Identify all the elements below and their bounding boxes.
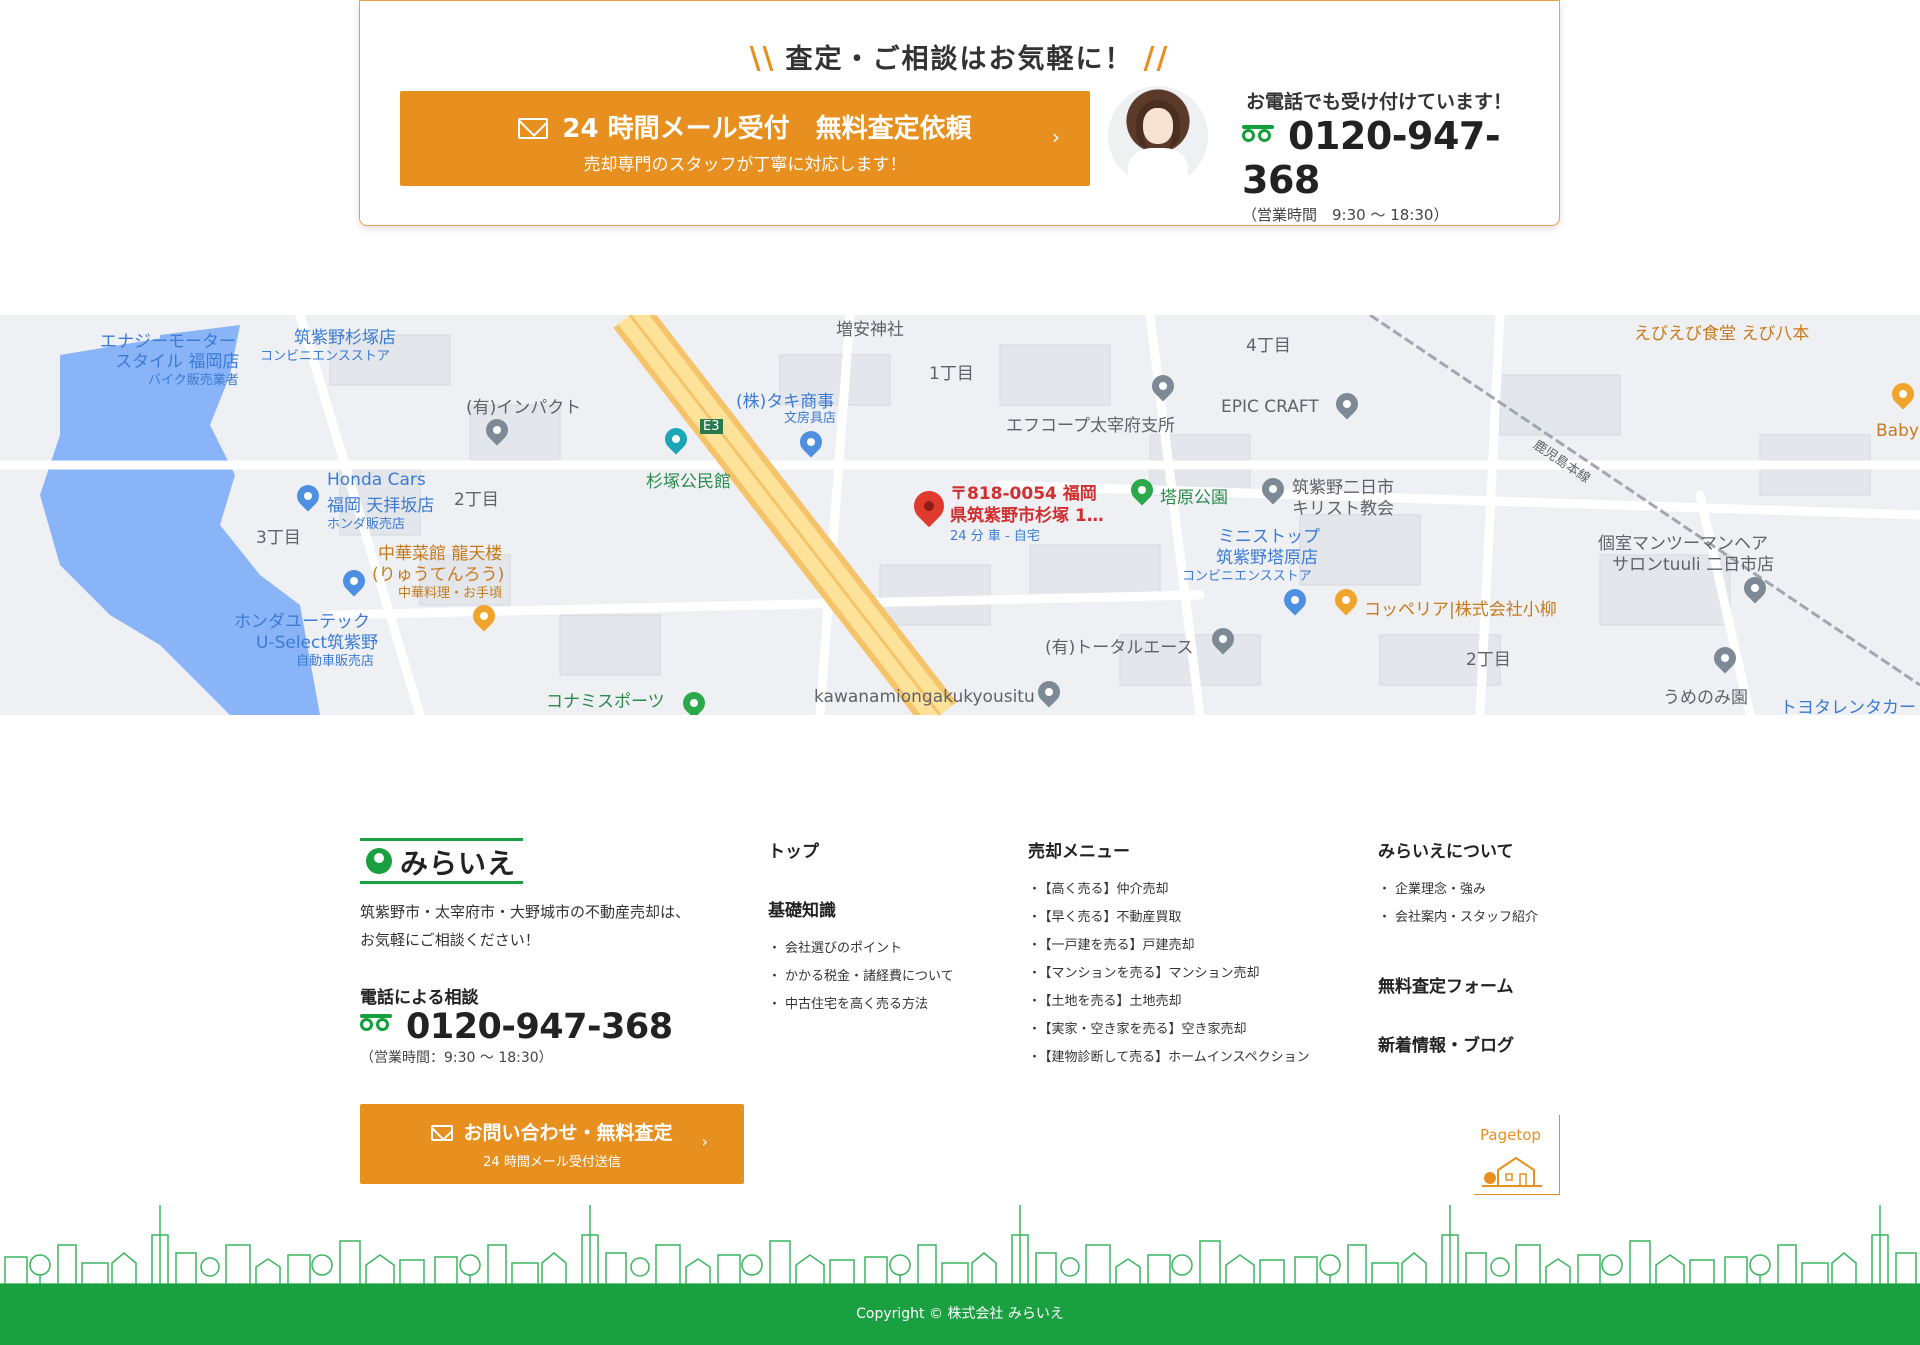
nav-link[interactable]: 会社選びのポイント	[768, 935, 954, 963]
contact-heading-text: 査定・ご相談はお気軽に！	[785, 44, 1134, 75]
nav-about-heading[interactable]: みらいえについて	[1378, 837, 1538, 862]
footer-description: 筑紫野市・太宰府市・大野城市の不動産売却は、 お気軽にご相談ください！	[360, 898, 690, 954]
map-label: バイク販売業者	[148, 373, 239, 388]
map-label: キリスト教会	[1292, 499, 1394, 519]
mail-inquiry-title: 24 時間メール受付 無料査定依頼	[400, 108, 1090, 145]
freedial-icon	[1242, 125, 1280, 145]
footer-phone-number: 0120-947-368	[406, 1007, 673, 1047]
footer-nav-col-1: トップ 基礎知識 会社選びのポイント かかる税金・諸経費について 中古住宅を高く…	[768, 837, 954, 1019]
map-label: 増安神社	[836, 320, 904, 340]
mail-icon	[518, 118, 549, 139]
nav-link[interactable]: 【一戸建を売る】戸建売却	[1028, 932, 1310, 960]
footer-inquiry-title-text: お問い合わせ・無料査定	[463, 1122, 673, 1144]
mail-icon	[431, 1125, 454, 1141]
destination-label: 県筑紫野市杉塚 1…	[950, 506, 1104, 526]
map-label: 4丁目	[1246, 336, 1291, 356]
footer-nav-col-2: 売却メニュー 【高く売る】仲介売却 【早く売る】不動産買取 【一戸建を売る】戸建…	[1028, 837, 1310, 1072]
phone-caption: お電話でも受け付けています！	[1246, 91, 1513, 113]
map-label: 2丁目	[454, 490, 499, 510]
map-label: 2丁目	[1466, 650, 1511, 670]
nav-news-link[interactable]: 新着情報・ブログ	[1378, 1031, 1538, 1056]
map-label: 杉塚公民館	[646, 472, 731, 492]
footer-inquiry-button[interactable]: お問い合わせ・無料査定 24 時間メール受付送信 ›	[360, 1104, 744, 1184]
nav-sell-menu-heading[interactable]: 売却メニュー	[1028, 837, 1310, 862]
nav-basics-heading[interactable]: 基礎知識	[768, 896, 954, 921]
footer-phone-link[interactable]: 0120-947-368	[360, 1007, 673, 1047]
footer-nav-col-3: みらいえについて 企業理念・強み 会社案内・スタッフ紹介 無料査定フォーム 新着…	[1378, 837, 1538, 1056]
slash-decoration-right: //	[1143, 41, 1170, 76]
nav-link[interactable]: 【実家・空き家を売る】空き家売却	[1028, 1016, 1310, 1044]
contact-box: \\ 査定・ご相談はお気軽に！ // 24 時間メール受付 無料査定依頼 売却専門の…	[359, 0, 1560, 226]
map-label: コンビニエンスストア	[1182, 569, 1312, 584]
nav-sell-menu-list: 【高く売る】仲介売却 【早く売る】不動産買取 【一戸建を売る】戸建売却 【マンシ…	[1028, 876, 1310, 1072]
freedial-icon	[360, 1014, 398, 1034]
footer-inquiry-subtitle: 24 時間メール受付送信	[483, 1155, 621, 1170]
map-label: 1丁目	[929, 364, 974, 384]
map-label: サロンtuuli 二日市店	[1612, 555, 1775, 575]
footer-description-line: 筑紫野市・太宰府市・大野城市の不動産売却は、	[360, 903, 691, 921]
map-label: E3	[700, 419, 723, 434]
map-label: Honda Cars	[327, 470, 426, 490]
logo-text: みらいえ	[400, 847, 517, 880]
copyright-bar: Copyright © 株式会社 みらいえ	[0, 1284, 1920, 1345]
map-label: トヨタレンタカー	[1780, 698, 1916, 715]
map-label: エフコープ太宰府支所	[1006, 416, 1175, 436]
nav-link[interactable]: かかる税金・諸経費について	[768, 963, 954, 991]
mail-inquiry-subtitle: 売却専門のスタッフが丁寧に対応します！	[583, 155, 907, 175]
slash-decoration-left: \\	[749, 41, 776, 76]
footer-tel-heading: 電話による相談	[360, 988, 479, 1008]
map-label: EPIC CRAFT	[1221, 397, 1319, 417]
chevron-right-icon: ›	[701, 1132, 708, 1151]
logo-mark-icon	[366, 848, 392, 874]
map-label: Baby	[1876, 421, 1919, 441]
nav-link[interactable]: 【早く売る】不動産買取	[1028, 904, 1310, 932]
footer-description-line: お気軽にご相談ください！	[360, 931, 540, 949]
map-label: (有)トータルエース	[1045, 638, 1194, 658]
map-label: コナミスポーツ	[546, 692, 665, 712]
pagetop-button[interactable]: Pagetop	[1474, 1115, 1560, 1195]
map-label: うめのみ園	[1663, 688, 1748, 708]
nav-top-link[interactable]: トップ	[768, 837, 954, 862]
map-label: えびえび食堂 えび八本	[1634, 324, 1810, 344]
staff-avatar	[1108, 86, 1208, 186]
contact-heading: \\ 査定・ご相談はお気軽に！ //	[360, 37, 1559, 76]
phone-hours: （営業時間 9:30 〜 18:30）	[1242, 206, 1449, 224]
nav-form-link[interactable]: 無料査定フォーム	[1378, 972, 1538, 997]
footer-inquiry-title: お問い合わせ・無料査定	[360, 1118, 744, 1145]
destination-travel-time: 24 分 車 - 自宅	[950, 529, 1040, 544]
nav-link[interactable]: 会社案内・スタッフ紹介	[1378, 904, 1538, 932]
map-label: 塔原公園	[1160, 488, 1228, 508]
nav-link[interactable]: 【建物診断して売る】ホームインスペクション	[1028, 1044, 1310, 1072]
map-label: 中華料理・お手頃	[398, 586, 503, 601]
map-label: 文房具店	[784, 411, 837, 426]
house-icon	[1482, 1156, 1542, 1187]
mail-inquiry-button[interactable]: 24 時間メール受付 無料査定依頼 売却専門のスタッフが丁寧に対応します！ ›	[400, 91, 1090, 186]
map-label: コッペリア|株式会社小柳	[1364, 600, 1557, 620]
nav-link[interactable]: 【土地を売る】土地売却	[1028, 988, 1310, 1016]
map-label: (有)インパクト	[466, 398, 582, 418]
mail-inquiry-title-text: 24 時間メール受付 無料査定依頼	[562, 114, 972, 144]
footer-tel-hours: （営業時間：9:30 〜 18:30）	[360, 1050, 553, 1066]
phone-block: お電話でも受け付けています！ 0120-947-368 （営業時間 9:30 〜…	[1242, 87, 1559, 225]
nav-about-list: 企業理念・強み 会社案内・スタッフ紹介	[1378, 876, 1538, 932]
google-map[interactable]: エナジーモーター スタイル 福岡店 バイク販売業者 筑紫野杉塚店 コンビニエンス…	[0, 315, 1920, 715]
city-skyline-decoration	[0, 1205, 1920, 1285]
footer-logo[interactable]: みらいえ	[360, 838, 523, 884]
map-label: 3丁目	[256, 528, 301, 548]
phone-number-link[interactable]: 0120-947-368	[1242, 114, 1559, 202]
map-label: kawanamiongakukyousitu	[814, 687, 1035, 707]
map-label: コンビニエンスストア	[260, 349, 390, 364]
nav-link[interactable]: 【マンションを売る】マンション売却	[1028, 960, 1310, 988]
map-label: ホンダ販売店	[327, 517, 406, 532]
chevron-right-icon: ›	[1052, 125, 1060, 149]
pagetop-label: Pagetop	[1480, 1126, 1541, 1144]
nav-basics-list: 会社選びのポイント かかる税金・諸経費について 中古住宅を高く売る方法	[768, 935, 954, 1019]
nav-link[interactable]: 【高く売る】仲介売却	[1028, 876, 1310, 904]
nav-link[interactable]: 中古住宅を高く売る方法	[768, 991, 954, 1019]
map-label: 自動車販売店	[296, 654, 375, 669]
nav-link[interactable]: 企業理念・強み	[1378, 876, 1538, 904]
phone-number: 0120-947-368	[1242, 114, 1501, 202]
